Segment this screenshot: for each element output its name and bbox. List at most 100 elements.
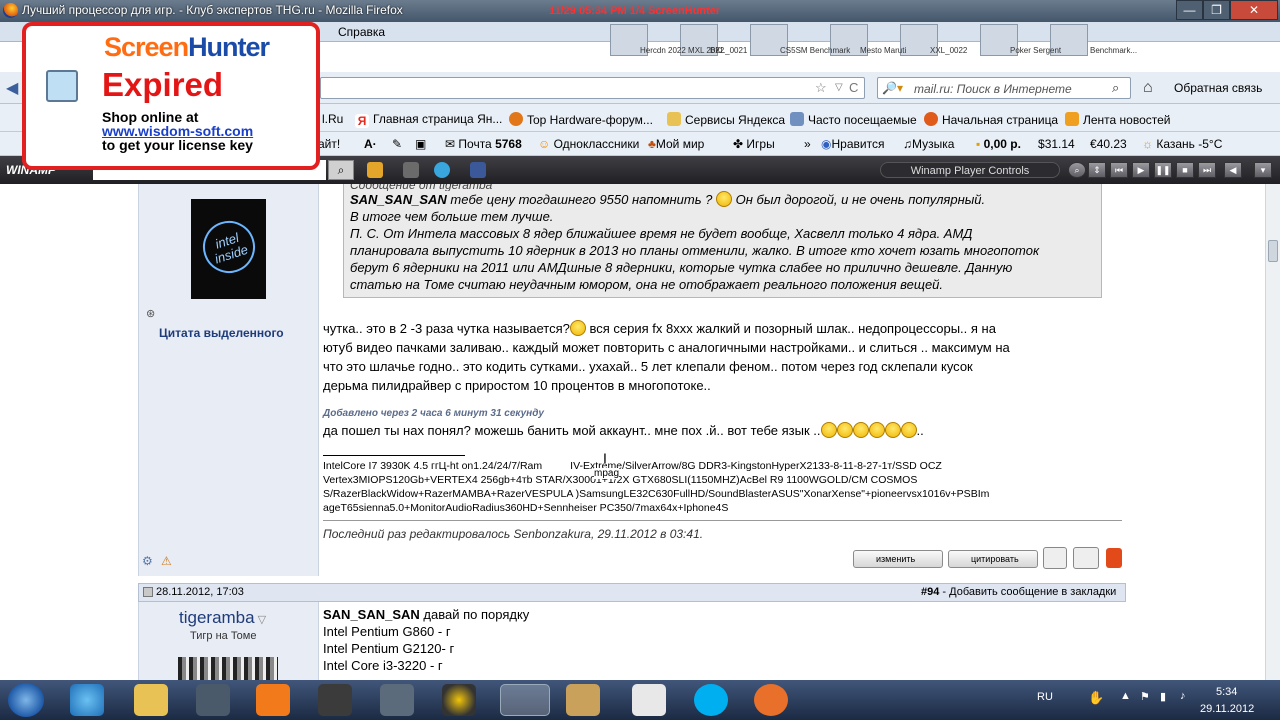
explorer-icon[interactable] [134,684,168,716]
winamp-pause-button[interactable]: ❚❚ [1154,162,1172,178]
music-link[interactable]: ♫Музыка [903,137,954,151]
clock-time[interactable]: 5:34 [1216,686,1237,698]
smiley-icon [820,422,837,438]
winamp-prev-button[interactable]: ⏮ [1110,162,1128,178]
games-link[interactable]: ✤ Игры [733,137,775,151]
url-bar[interactable]: ☆ ▽ C [320,77,865,99]
eur-label: 40.23 [1096,137,1127,151]
usd-rate[interactable]: $31.14 [1038,137,1075,151]
reputation-icon[interactable]: ⊛ [146,307,155,320]
android-icon[interactable] [403,162,419,178]
toolbar-left-text[interactable]: айт! [318,137,340,151]
bookmark-item[interactable]: l.Ru [322,112,343,126]
myworld-link[interactable]: ♣Мой мир [648,137,704,151]
font-size-icon[interactable]: A· [364,137,377,151]
post-body-2: да пошел ты нах понял? можешь банить мой… [323,421,924,440]
bookmark-item[interactable]: Top Hardware-форум... [509,112,653,127]
app-icon[interactable] [380,684,414,716]
like-link[interactable]: ◉Нравится [821,137,884,151]
quick-reply-icon[interactable] [1073,547,1099,569]
music-icon: ♫ [903,137,912,151]
feedback-link[interactable]: Обратная связь [1174,81,1262,95]
bookmark-link[interactable]: - Добавить сообщение в закладки [939,586,1116,598]
search-engine-icon[interactable]: 🔎▾ [882,81,903,95]
quote-selected-link[interactable]: Цитата выделенного [159,326,284,340]
bookmark-item[interactable]: Начальная страница [924,112,1058,127]
firefox-task-icon[interactable] [500,684,550,716]
winamp-next-button[interactable]: ⏭ [1198,162,1216,178]
ie-icon[interactable] [70,684,104,716]
winamp-agent-icon[interactable] [367,162,383,178]
home-icon[interactable]: ⌂ [1143,79,1153,97]
bookmark-label: Часто посещаемые [808,113,917,127]
smiley-icon [900,422,917,438]
bookmark-star-icon[interactable]: ☆ [815,80,827,96]
report-post-icon[interactable] [1106,548,1122,568]
scrollbar-thumb[interactable] [1268,240,1278,262]
bookmark-item[interactable]: Часто посещаемые [790,112,917,127]
post-permalink[interactable]: #94 - Добавить сообщение в закладки [921,586,1116,598]
search-icon[interactable]: ⌕ [1112,80,1119,96]
screenshot-icon[interactable]: ▣ [415,137,426,151]
winamp-play-button[interactable]: ▶ [1132,162,1150,178]
search-input[interactable]: 🔎▾ mail.ru: Поиск в Интернете ⌕ [877,77,1131,99]
back-icon[interactable]: ◀ [6,78,18,98]
desktop-thumbnails: Hercdn 2022 MXL 2022 BKL_0021 CS5SM Benc… [600,22,1276,70]
mail-app-icon[interactable] [632,684,666,716]
app-icon[interactable] [754,684,788,716]
flag-tray-icon[interactable]: ⚑ [1140,690,1150,703]
menu-help[interactable]: Справка [338,25,385,39]
media-player-icon[interactable] [196,684,230,716]
twitter-icon[interactable] [434,162,450,178]
clock-date[interactable]: 29.11.2012 [1200,703,1254,715]
post-text: Intel Pentium G2120- г [323,641,455,656]
winamp-options-button[interactable]: ▾ [1254,162,1272,178]
screenhunter-expired-popup[interactable]: ScreenHunter Expired Shop online at www.… [22,22,320,170]
odnoklassniki-link[interactable]: ☺ Одноклассники [538,137,639,151]
network-tray-icon[interactable]: ▮ [1160,690,1166,703]
tray-expand-icon[interactable]: ▲ [1120,690,1131,702]
weather-link[interactable]: ☼ Казань -5°C [1142,137,1222,151]
overflow-icon[interactable]: » [804,137,811,151]
user-menu-icon[interactable]: ▽ [255,614,266,626]
pen-icon[interactable]: ✎ [392,137,402,151]
vertical-scrollbar[interactable] [1265,184,1280,680]
volume-tray-icon[interactable]: ♪ [1180,690,1186,702]
mail-link[interactable]: ✉ Почта 5768 [445,137,522,151]
wisdom-soft-link[interactable]: www.wisdom-soft.com [102,124,253,138]
app-99-icon[interactable] [318,684,352,716]
language-indicator[interactable]: RU [1037,691,1053,703]
edit-button[interactable]: изменить [853,550,943,568]
eur-rate[interactable]: €40.23 [1090,137,1127,151]
reload-icon[interactable]: C [849,80,858,95]
money-link[interactable]: ▪ 0,00 р. [976,137,1021,151]
winamp-volume-button[interactable]: ◀ [1224,162,1242,178]
skype-icon[interactable] [694,684,728,716]
shop-message: Shop online at www.wisdom-soft.com to ge… [102,110,253,152]
bookmark-item[interactable]: Я Главная страница Ян... [355,112,502,128]
winamp-search-button[interactable]: ⌕ [1068,162,1086,178]
maximize-button[interactable]: ❐ [1203,0,1230,20]
minimize-button[interactable]: — [1176,0,1203,20]
bookmark-item[interactable]: Сервисы Яндекса [667,112,785,127]
thg-icon [509,112,523,126]
winamp-toggle-button[interactable]: ⇕ [1088,162,1106,178]
close-button[interactable]: ✕ [1230,0,1278,20]
start-button[interactable] [8,683,44,717]
user-profile-icon[interactable]: ⚙ [142,554,153,568]
quote-button[interactable]: цитировать [948,550,1038,568]
norton-icon[interactable] [442,684,476,716]
history-dropdown-icon[interactable]: ▽ [835,82,843,93]
app-icon[interactable] [566,684,600,716]
winamp-controls-label: Winamp Player Controls [880,162,1060,178]
winamp-search-icon[interactable]: ⌕ [328,160,354,180]
winamp-stop-button[interactable]: ■ [1176,162,1194,178]
app-icon[interactable] [256,684,290,716]
username-link[interactable]: tigeramba ▽ [179,608,266,628]
facebook-icon[interactable] [470,162,486,178]
report-icon[interactable]: ⚠ [161,554,172,568]
tiger-avatar[interactable] [178,657,278,682]
hand-tray-icon[interactable]: ✋ [1088,690,1104,706]
multiquote-icon[interactable] [1043,547,1067,569]
bookmark-item[interactable]: Лента новостей [1065,112,1171,127]
